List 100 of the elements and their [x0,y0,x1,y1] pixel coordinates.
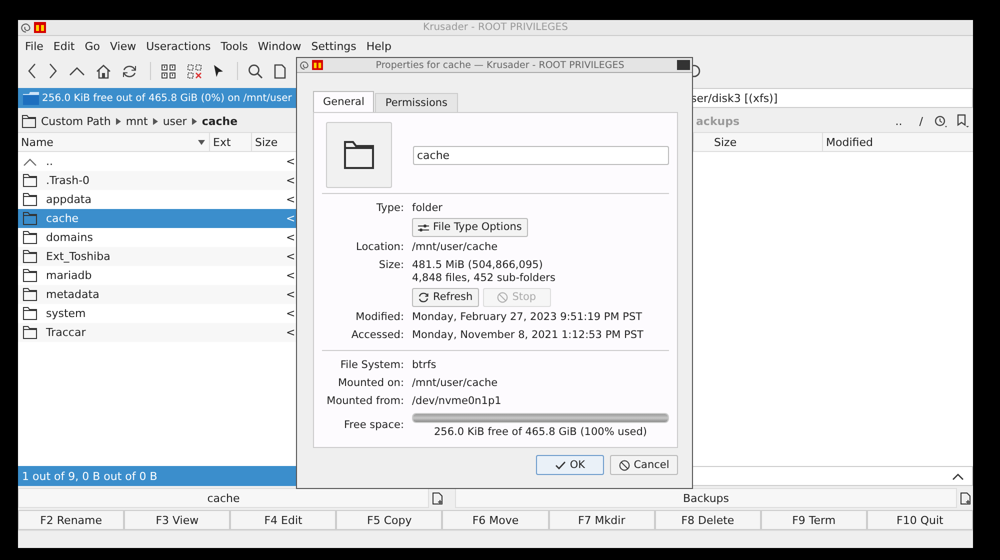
menu-item[interactable]: Help [361,40,396,52]
property-label: Free space: [343,419,404,432]
function-key-button[interactable]: F6 Move [442,510,549,530]
column-header[interactable]: Modified [826,136,873,148]
folder-icon [23,326,37,339]
file-name: Traccar [46,326,86,339]
sort-icon[interactable] [198,140,205,144]
history-icon[interactable] [934,114,948,128]
menu-item[interactable]: View [105,40,142,52]
forward-icon[interactable] [48,63,58,79]
column-header[interactable]: Size [255,136,278,148]
file-name: system [46,307,86,320]
file-size: < [286,174,296,187]
function-key-button[interactable]: F3 View [124,510,230,530]
select-icon[interactable] [161,64,176,78]
function-key-button[interactable]: F5 Copy [336,510,442,530]
chevron-icon [152,118,158,124]
tab[interactable]: Permissions [375,93,458,112]
swirl-icon [21,22,31,32]
folder-icon [23,174,37,187]
check-icon [554,460,566,470]
dialog-title: Properties for cache — Krusader - ROOT PRIVILEGES [374,60,626,70]
dialog-button[interactable]: Cancel [610,455,678,475]
sliders-icon [418,222,429,232]
menu-item[interactable]: Edit [48,40,80,52]
status-text: 1 out of 9, 0 B out of 0 B [22,470,158,482]
app-icon [312,60,323,70]
folder-icon [23,307,37,320]
panel-path-bar[interactable]: cache [18,488,429,508]
file-name: domains [46,231,93,244]
bookmark-icon[interactable] [957,114,969,128]
free-space-text: 256.0 KiB free out of 465.8 GiB (0%) on /mnt/user [42,92,292,104]
property-label: Mounted on: [337,377,404,390]
column-header[interactable]: Size [714,136,737,148]
action-button[interactable]: Refresh [412,288,479,307]
file-name: cache [46,212,79,225]
new-tab-icon[interactable] [432,492,444,504]
menu-item[interactable]: File [20,40,48,52]
panel-path-bar[interactable]: Backups [455,488,957,508]
folder-icon [23,193,37,206]
folder-icon [23,212,37,225]
function-key-button[interactable]: F10 Quit [866,510,973,530]
function-key-button[interactable]: F2 Rename [18,510,124,530]
icon-button[interactable] [326,122,392,188]
caret-up-icon[interactable] [952,472,964,480]
menu-item[interactable]: Go [80,40,105,52]
folder-icon [23,231,37,244]
function-key-button[interactable]: F9 Term [760,510,867,530]
file-size: < [286,250,296,263]
unselect-icon[interactable] [187,64,202,78]
chevron-icon [192,118,197,124]
drive-icon [23,92,39,104]
breadcrumb-item[interactable]: cache [202,114,238,128]
home-icon[interactable] [96,64,111,78]
up-icon[interactable] [69,66,85,76]
new-tab-icon[interactable] [960,492,972,504]
column-header[interactable]: Ext [213,136,231,148]
back-icon[interactable] [27,63,37,79]
menu-item[interactable]: Tools [216,40,253,52]
function-key-button[interactable]: F8 Delete [654,510,761,530]
name-field[interactable]: cache [413,146,669,164]
menu-item[interactable]: Window [252,40,306,52]
tab[interactable]: General [313,91,374,112]
path-shortcut[interactable]: / [913,114,929,128]
file-size: < [286,326,296,339]
property-value: btrfs [412,359,436,372]
breadcrumb-item[interactable]: Custom Path [41,114,111,128]
file-name: .. [46,155,53,168]
panel-title: ackups [696,114,740,128]
property-value: /dev/nvme0n1p1 [412,395,502,408]
action-button[interactable]: File Type Options [412,218,528,237]
column-header[interactable]: Name [21,136,54,148]
file-name: metadata [46,288,100,301]
dialog-button[interactable]: OK [536,455,604,475]
file-name: mariadb [46,269,92,282]
path-shortcut[interactable]: .. [889,114,908,128]
folder-icon [23,269,37,282]
file-size: < [286,231,296,244]
file-name: appdata [46,193,92,206]
chevron-icon [116,118,121,124]
breadcrumb-item[interactable]: mnt [126,114,148,128]
refresh-icon[interactable] [122,64,137,78]
swirl-icon [300,60,309,70]
cancel-icon [497,292,508,303]
folder-icon [23,250,37,263]
property-label: Modified: [354,311,404,324]
file-size: < [286,307,296,320]
refresh-icon [418,292,429,303]
breadcrumb-item[interactable]: user [162,114,187,128]
property-value: 4,848 files, 452 sub-folders [412,272,556,285]
file-size: < [286,155,296,168]
folder-icon [22,114,36,128]
function-key-button[interactable]: F7 Mkdir [548,510,655,530]
new-document-icon[interactable] [274,64,286,78]
file-size: < [286,193,296,206]
menu-item[interactable]: Useractions [141,40,216,52]
function-key-button[interactable]: F4 Edit [230,510,336,530]
search-icon[interactable] [248,64,263,78]
menu-item[interactable]: Settings [306,40,362,52]
pointer-icon[interactable] [213,64,224,78]
